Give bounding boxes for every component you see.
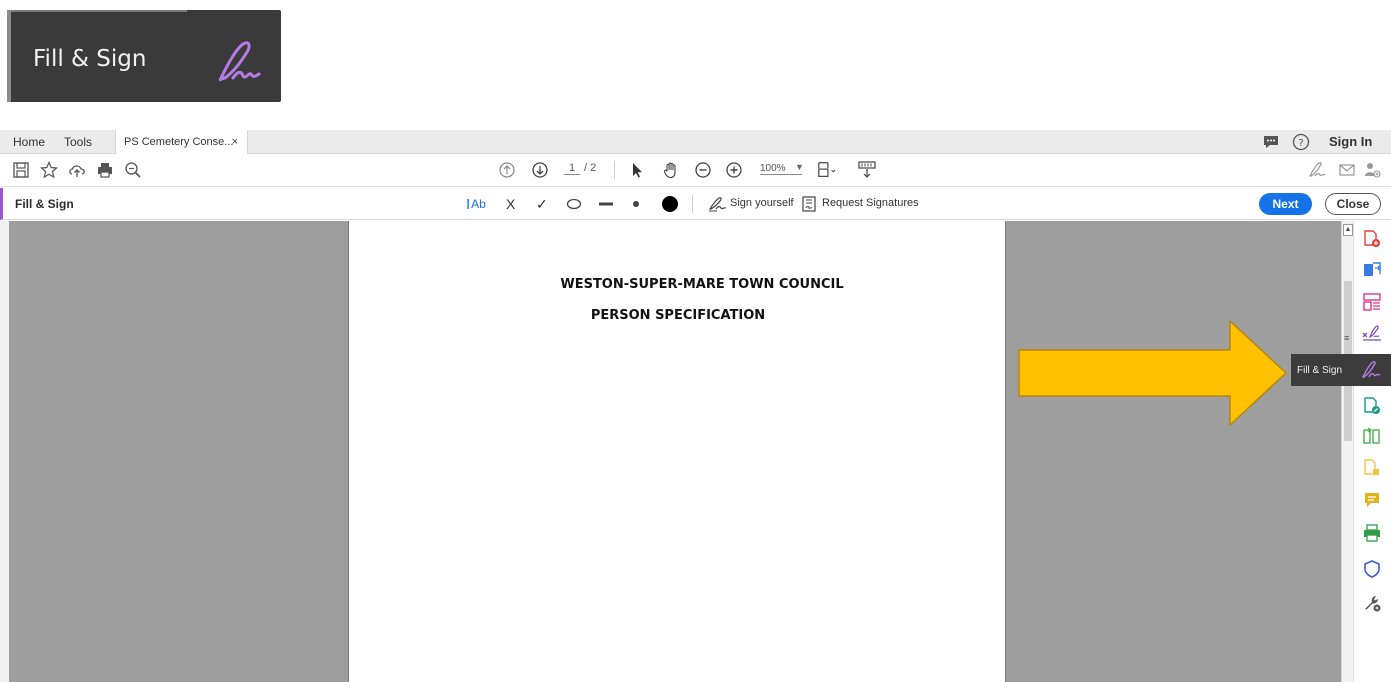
document-title: WESTON-SUPER-MARE TOWN COUNCIL [560, 277, 844, 292]
fill-sign-pen-icon [213, 36, 263, 86]
dot-tool[interactable] [632, 194, 640, 214]
fill-sign-tooltip[interactable]: Fill & Sign [1291, 354, 1391, 386]
check-mark-tool[interactable]: ✓ [536, 194, 548, 214]
bookmark-star-icon[interactable] [39, 160, 59, 180]
callout-label: Fill & Sign [33, 46, 147, 72]
fill-sign-icon[interactable] [1307, 160, 1327, 180]
edit-pdf-icon[interactable] [1361, 395, 1383, 417]
add-text-tool[interactable]: I Ab [466, 194, 486, 214]
organize-pages-icon[interactable] [1361, 291, 1383, 313]
scroll-mode-icon[interactable] [857, 160, 877, 180]
add-text-label: Ab [471, 197, 486, 211]
more-tools-wrench-icon[interactable] [1361, 592, 1383, 614]
vertical-scrollbar[interactable]: ▲ ≡ [1341, 221, 1353, 682]
fill-sign-toolbar: Fill & Sign I Ab X ✓ Sign yourself Reque… [0, 188, 1391, 220]
send-for-signature-icon[interactable] [1361, 323, 1383, 345]
next-button[interactable]: Next [1259, 193, 1312, 215]
tab-tools[interactable]: Tools [64, 130, 92, 154]
create-pdf-icon[interactable] [1361, 228, 1383, 250]
zoom-out-icon[interactable] [693, 160, 713, 180]
compare-files-icon[interactable] [1361, 425, 1383, 447]
print-icon[interactable] [95, 160, 115, 180]
comment-icon[interactable] [1361, 489, 1383, 511]
sign-yourself-label[interactable]: Sign yourself [730, 197, 794, 209]
tab-document-label: PS Cemetery Conse... [124, 136, 234, 148]
scan-ocr-icon[interactable] [1361, 522, 1383, 544]
scroll-up-button[interactable]: ▲ [1343, 224, 1353, 236]
line-tool[interactable] [598, 194, 614, 214]
help-icon[interactable]: ? [1292, 130, 1310, 154]
text-cursor-icon: I [466, 195, 471, 213]
select-cursor-icon[interactable] [627, 160, 647, 180]
previous-page-icon[interactable] [497, 160, 517, 180]
page-fit-icon[interactable] [817, 160, 837, 180]
add-user-icon[interactable] [1362, 160, 1382, 180]
callout-border-top [7, 10, 187, 12]
combine-files-icon[interactable] [1361, 457, 1383, 479]
page-total: / 2 [584, 162, 597, 174]
protect-shield-icon[interactable] [1361, 558, 1383, 580]
callout-border-left [7, 10, 11, 102]
left-panel-collapsed[interactable] [0, 221, 9, 682]
tab-bar: Home Tools PS Cemetery Conse... × ? Sign… [0, 130, 1391, 154]
fill-sign-separator [692, 195, 693, 213]
hand-tool-icon[interactable] [661, 160, 681, 180]
cross-mark-tool[interactable]: X [506, 194, 515, 214]
page-number-input[interactable]: 1 [564, 162, 580, 175]
zoom-in-icon[interactable] [724, 160, 744, 180]
toolbar-separator [614, 161, 615, 179]
sign-in-link[interactable]: Sign In [1329, 130, 1372, 154]
request-signatures-label[interactable]: Request Signatures [822, 197, 919, 209]
tab-close-icon[interactable]: × [232, 130, 238, 154]
ellipse-tool[interactable] [566, 194, 582, 214]
zoom-search-icon[interactable] [123, 160, 143, 180]
tab-document[interactable]: PS Cemetery Conse... × [115, 130, 248, 154]
close-button[interactable]: Close [1325, 193, 1381, 215]
zoom-chevron-down-icon[interactable]: ▼ [795, 162, 804, 172]
fill-sign-title: Fill & Sign [15, 197, 74, 211]
highlight-arrow [1018, 320, 1288, 426]
fill-sign-pen-icon [1360, 360, 1382, 383]
export-pdf-icon[interactable] [1361, 259, 1383, 281]
chat-icon[interactable] [1262, 130, 1280, 154]
request-signatures-icon[interactable] [802, 194, 816, 214]
upload-cloud-icon[interactable] [67, 160, 87, 180]
scroll-grip-icon: ≡ [1344, 333, 1350, 343]
document-page[interactable]: WESTON-SUPER-MARE TOWN COUNCIL PERSON SP… [348, 221, 1006, 682]
tooltip-label: Fill & Sign [1297, 365, 1343, 376]
save-icon[interactable] [11, 160, 31, 180]
next-page-icon[interactable] [530, 160, 550, 180]
email-icon[interactable] [1337, 160, 1357, 180]
sign-yourself-pen-icon[interactable] [707, 194, 727, 214]
svg-text:?: ? [1298, 138, 1303, 149]
color-picker-dot[interactable] [661, 194, 679, 214]
fill-sign-zoom-callout: Fill & Sign [7, 10, 281, 102]
tab-home[interactable]: Home [13, 130, 45, 154]
main-toolbar: 1 / 2 100% ▼ [0, 154, 1391, 187]
document-subtitle: PERSON SPECIFICATION [590, 308, 766, 323]
